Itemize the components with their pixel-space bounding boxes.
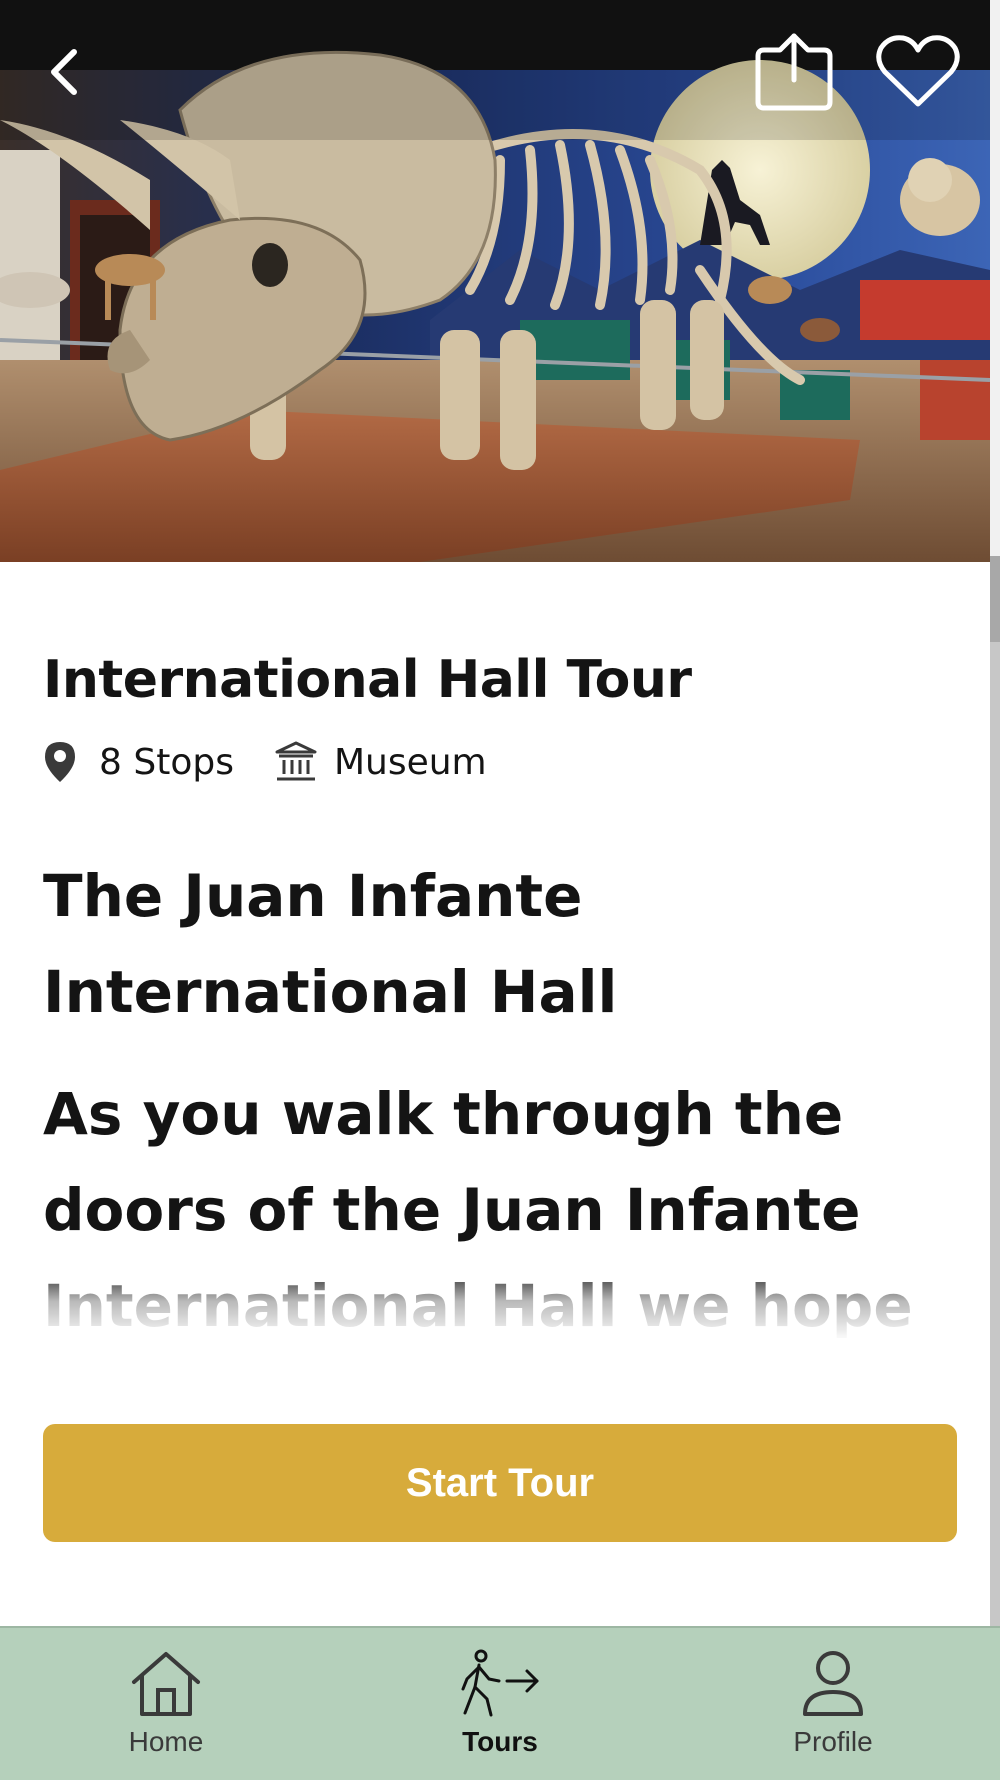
tour-details: International Hall Tour 8 Stops Museum <box>43 640 963 790</box>
nav-item-tours[interactable]: Tours <box>400 1628 600 1780</box>
tour-title: International Hall Tour <box>43 650 692 710</box>
chevron-left-icon <box>51 49 77 95</box>
walking-tour-icon <box>461 1649 539 1717</box>
nav-item-profile[interactable]: Profile <box>733 1628 933 1780</box>
back-button[interactable] <box>36 36 92 108</box>
share-button[interactable] <box>752 30 836 114</box>
category: Museum <box>274 740 487 784</box>
tour-meta: 8 Stops Museum <box>43 734 963 790</box>
scrollbar-rail <box>990 642 1000 1626</box>
hero-image <box>0 0 990 562</box>
museum-scene-illustration <box>0 0 990 562</box>
share-icon <box>755 33 833 111</box>
start-tour-label: Start Tour <box>405 1460 595 1505</box>
bottom-navigation: Home Tours Profile <box>0 1626 1000 1780</box>
home-icon <box>132 1652 200 1716</box>
start-tour-button[interactable]: Start Tour <box>43 1424 957 1542</box>
nav-item-home[interactable]: Home <box>66 1628 266 1780</box>
nav-label-tours: Tours <box>462 1726 538 1757</box>
nav-label-home: Home <box>128 1726 204 1757</box>
stops-label: 8 Stops <box>99 741 234 783</box>
nav-label-profile: Profile <box>793 1726 873 1757</box>
location-pin-icon <box>45 742 75 782</box>
description-body-container: As you walk through the doors of the Jua… <box>43 1066 973 1366</box>
heart-icon <box>876 35 960 107</box>
description-heading: The Juan Infante International Hall <box>43 862 618 1026</box>
description-fade <box>43 1266 973 1366</box>
scrollbar-thumb[interactable] <box>990 556 1000 642</box>
stops-count: 8 Stops <box>43 740 234 784</box>
museum-icon <box>275 741 317 781</box>
favorite-button[interactable] <box>872 30 964 114</box>
user-icon <box>803 1651 863 1716</box>
category-label: Museum <box>333 741 487 783</box>
